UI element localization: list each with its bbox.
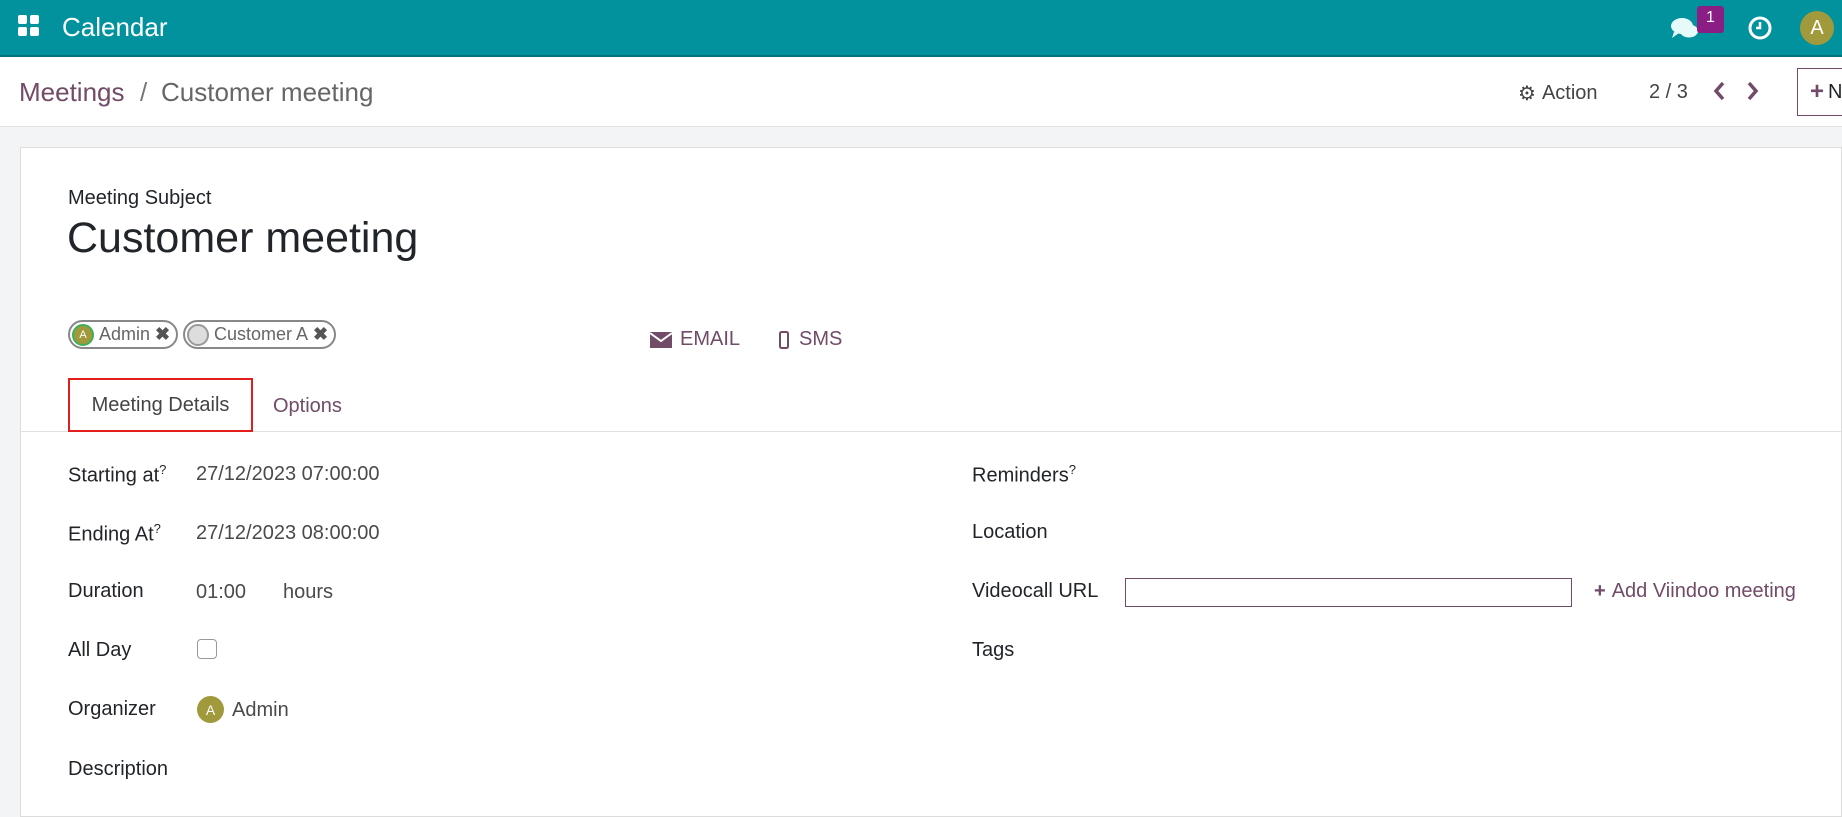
remove-icon[interactable]: ✖ (155, 324, 170, 345)
tabs-divider (20, 431, 1842, 432)
action-button[interactable]: ⚙ Action (1518, 81, 1598, 106)
help-tooltip-icon[interactable]: ? (154, 521, 161, 536)
videocall-url-input[interactable] (1125, 578, 1572, 607)
attendee-chip-customer[interactable]: Customer A ✖ (183, 320, 337, 349)
organizer-value[interactable]: Admin (232, 699, 289, 722)
plus-icon: + (1594, 580, 1606, 602)
new-button[interactable]: + N (1797, 68, 1842, 116)
top-navbar: Calendar 1 A (0, 0, 1842, 57)
all-day-label: All Day (68, 639, 132, 661)
attendee-chip-admin[interactable]: A Admin ✖ (68, 320, 179, 349)
apps-menu-icon[interactable] (18, 15, 40, 37)
mobile-phone-icon (779, 330, 789, 349)
sms-button[interactable]: SMS (779, 328, 842, 351)
user-avatar[interactable]: A (1800, 11, 1834, 45)
avatar: A (72, 323, 94, 346)
tab-meeting-details[interactable]: Meeting Details (68, 378, 253, 432)
remove-icon[interactable]: ✖ (313, 324, 328, 345)
description-label: Description (68, 758, 169, 780)
organizer-avatar: A (197, 696, 224, 723)
messages-badge: 1 (1697, 6, 1724, 33)
location-label: Location (972, 521, 1048, 543)
add-meeting-label: Add Viindoo meeting (1611, 580, 1796, 602)
email-button[interactable]: EMAIL (650, 328, 740, 351)
videocall-url-label: Videocall URL (972, 580, 1099, 602)
help-tooltip-icon[interactable]: ? (159, 462, 166, 477)
breadcrumb-meetings[interactable]: Meetings (19, 77, 125, 108)
email-label: EMAIL (680, 328, 741, 350)
reminders-label: Reminders? (972, 462, 1076, 487)
action-label: Action (1541, 82, 1598, 104)
breadcrumb-separator: / (140, 77, 148, 107)
help-tooltip-icon[interactable]: ? (1069, 462, 1076, 477)
envelope-icon (650, 331, 672, 348)
add-viindoo-meeting-button[interactable]: + Add Viindoo meeting (1594, 580, 1796, 603)
all-day-checkbox[interactable] (197, 639, 217, 659)
duration-value[interactable]: 01:00 (196, 581, 246, 604)
tab-options[interactable]: Options (273, 395, 342, 418)
next-record-icon[interactable] (1746, 81, 1760, 101)
sms-label: SMS (799, 328, 843, 350)
activity-clock-icon[interactable] (1747, 15, 1773, 41)
ending-at-label: Ending At? (68, 521, 161, 546)
control-panel: Meetings / Customer meeting ⚙ Action 2 / … (0, 57, 1842, 127)
tab-label: Meeting Details (91, 393, 230, 416)
subject-label: Meeting Subject (68, 187, 212, 209)
attendee-name: Customer A (214, 324, 309, 344)
duration-label: Duration (68, 580, 144, 602)
meeting-title[interactable]: Customer meeting (67, 214, 418, 263)
organizer-label: Organizer (68, 698, 156, 720)
previous-record-icon[interactable] (1712, 81, 1726, 101)
attendee-name: Admin (99, 324, 151, 344)
avatar-placeholder-icon (187, 323, 209, 346)
plus-icon: + (1810, 78, 1825, 105)
starting-at-value[interactable]: 27/12/2023 07:00:00 (196, 463, 380, 486)
pager-value[interactable]: 2 / 3 (1649, 81, 1688, 104)
breadcrumb-current: Customer meeting (161, 77, 374, 107)
ending-at-value[interactable]: 27/12/2023 08:00:00 (196, 522, 380, 545)
app-title[interactable]: Calendar (62, 12, 168, 43)
tags-label: Tags (972, 639, 1015, 661)
starting-at-label: Starting at? (68, 462, 167, 487)
chat-icon[interactable] (1670, 16, 1700, 42)
duration-unit: hours (283, 581, 334, 603)
new-label: N (1828, 80, 1842, 103)
gear-icon: ⚙ (1518, 83, 1536, 105)
